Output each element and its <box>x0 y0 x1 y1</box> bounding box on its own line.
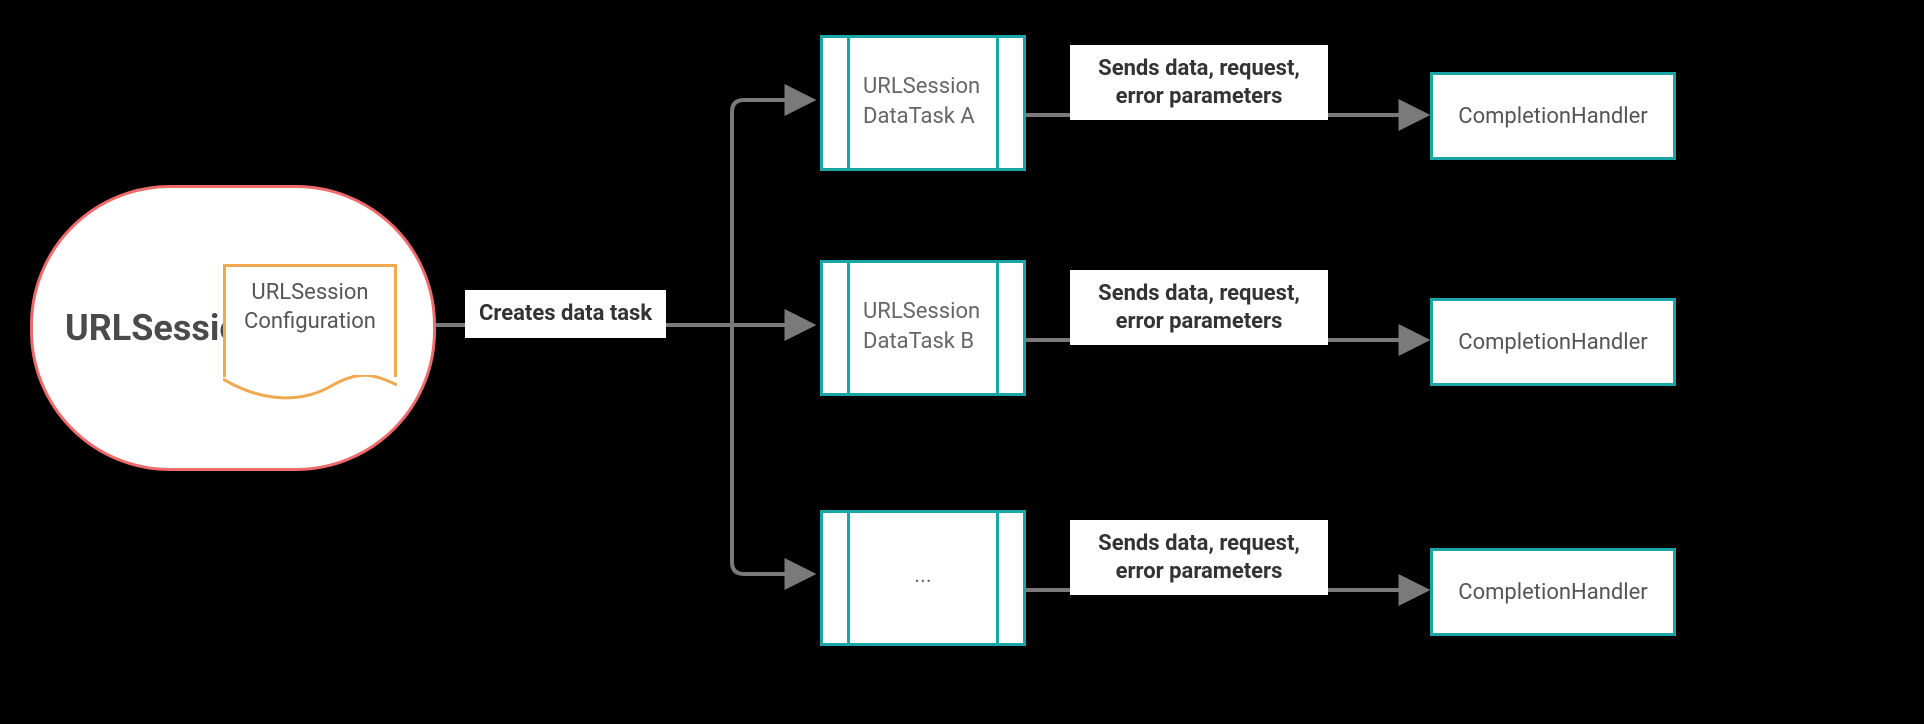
diagram-canvas: URLSession URLSession Configuration Crea… <box>0 0 1924 724</box>
urlsession-node: URLSession URLSession Configuration <box>30 185 436 471</box>
completion-handler-a: CompletionHandler <box>1430 72 1676 160</box>
datatask-ellipsis-node: ... <box>820 510 1026 646</box>
urlsession-configuration-doc: URLSession Configuration <box>223 264 397 377</box>
doc-wave-icon <box>223 375 397 405</box>
datatask-a-label: URLSession DataTask A <box>863 72 993 131</box>
datatask-b-label: URLSession DataTask B <box>863 297 993 356</box>
sends-params-label-b: Sends data, request, error parameters <box>1070 270 1328 345</box>
stripe-icon <box>996 263 999 393</box>
config-label: URLSession Configuration <box>226 279 394 336</box>
datatask-ellipsis-label: ... <box>823 561 1023 591</box>
sends-params-label-a: Sends data, request, error parameters <box>1070 45 1328 120</box>
creates-data-task-label: Creates data task <box>465 290 666 338</box>
completion-handler-c: CompletionHandler <box>1430 548 1676 636</box>
datatask-b-node: URLSession DataTask B <box>820 260 1026 396</box>
completion-handler-b: CompletionHandler <box>1430 298 1676 386</box>
datatask-a-node: URLSession DataTask A <box>820 35 1026 171</box>
stripe-icon <box>996 38 999 168</box>
stripe-icon <box>847 263 850 393</box>
sends-params-label-c: Sends data, request, error parameters <box>1070 520 1328 595</box>
stripe-icon <box>847 38 850 168</box>
